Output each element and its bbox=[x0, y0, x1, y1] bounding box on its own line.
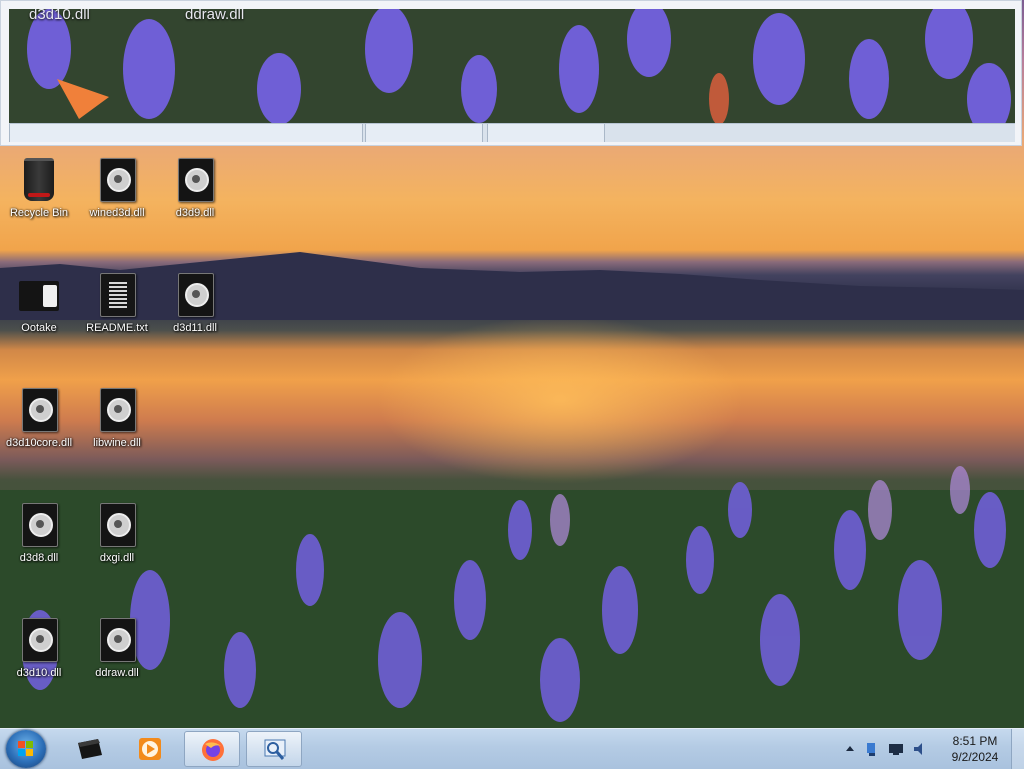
recycle-bin-icon bbox=[19, 156, 59, 201]
desktop-icon-label: d3d11.dll bbox=[173, 322, 217, 334]
wallpaper-flowers bbox=[0, 466, 1024, 728]
desktop-icon-d3d10core[interactable]: d3d10core.dll bbox=[0, 386, 78, 449]
desktop-icon-ootake[interactable]: Ootake bbox=[0, 271, 78, 334]
desktop-icon-d3d8[interactable]: d3d8.dll bbox=[0, 501, 78, 564]
preview-label: ddraw.dll bbox=[185, 9, 245, 23]
desktop-icon-label: Ootake bbox=[21, 322, 57, 334]
desktop-icon-label: ddraw.dll bbox=[95, 667, 139, 679]
desktop-icon-label: Recycle Bin bbox=[9, 207, 69, 219]
desktop-icon-readme[interactable]: README.txt bbox=[78, 271, 156, 334]
desktop-icon-d3d10[interactable]: d3d10.dll bbox=[0, 616, 78, 679]
media-player-icon bbox=[139, 738, 161, 760]
clock-date: 9/2/2024 bbox=[951, 750, 999, 764]
dll-file-icon bbox=[19, 501, 59, 547]
desktop-icon-label: README.txt bbox=[86, 322, 148, 334]
network-icon[interactable] bbox=[864, 741, 880, 757]
preview-label: d3d10.dll bbox=[29, 9, 90, 23]
desktop-icon-d3d11[interactable]: d3d11.dll bbox=[156, 271, 234, 334]
text-file-icon bbox=[97, 271, 137, 317]
desktop-icon-label: wined3d.dll bbox=[89, 207, 145, 219]
desktop-icon-d3d9[interactable]: d3d9.dll bbox=[156, 156, 234, 219]
preview-flowers bbox=[9, 9, 1015, 123]
dll-file-icon bbox=[97, 156, 137, 202]
display-icon[interactable] bbox=[888, 741, 904, 757]
show-desktop-button[interactable] bbox=[1011, 729, 1024, 769]
preview-strip-segment bbox=[365, 124, 483, 142]
dll-file-icon bbox=[175, 156, 215, 202]
system-tray: 8:51 PM 9/2/2024 bbox=[840, 729, 1024, 769]
taskbar-item-ootake[interactable] bbox=[62, 731, 118, 767]
taskbar-item-media-player[interactable] bbox=[122, 731, 178, 767]
taskbar-item-firefox[interactable] bbox=[184, 731, 240, 767]
dll-file-icon bbox=[19, 616, 59, 662]
clock-time: 8:51 PM bbox=[952, 734, 998, 748]
taskbar-item-image-viewer[interactable] bbox=[246, 731, 302, 767]
desktop-icon-ddraw[interactable]: ddraw.dll bbox=[78, 616, 156, 679]
ootake-icon bbox=[78, 739, 102, 759]
dll-file-icon bbox=[175, 271, 215, 317]
windows-start-icon bbox=[18, 741, 34, 757]
desktop-icon-recycle-bin[interactable]: Recycle Bin bbox=[0, 156, 78, 219]
desktop-icon-label: d3d10core.dll bbox=[5, 437, 73, 449]
preview-strip-segment bbox=[487, 124, 605, 142]
dll-file-icon bbox=[97, 616, 137, 662]
show-hidden-icons-icon[interactable] bbox=[842, 741, 858, 757]
desktop-icon-libwine[interactable]: libwine.dll bbox=[78, 386, 156, 449]
taskbar-clock[interactable]: 8:51 PM 9/2/2024 bbox=[940, 733, 1010, 765]
firefox-icon bbox=[202, 739, 224, 761]
volume-icon[interactable] bbox=[912, 741, 928, 757]
start-button[interactable] bbox=[6, 730, 46, 768]
preview-image: d3d10.dll ddraw.dll bbox=[9, 9, 1015, 123]
dll-file-icon bbox=[97, 386, 137, 432]
preview-strip bbox=[9, 123, 1015, 142]
desktop-icon-label: libwine.dll bbox=[93, 437, 141, 449]
desktop-icon-label: d3d9.dll bbox=[175, 207, 215, 219]
desktop-icon-label: d3d8.dll bbox=[19, 552, 59, 564]
dll-file-icon bbox=[19, 386, 59, 432]
desktop-icon-label: dxgi.dll bbox=[99, 552, 135, 564]
preview-strip-segment bbox=[9, 124, 363, 142]
image-viewer-icon bbox=[264, 739, 286, 760]
ootake-icon bbox=[19, 271, 59, 315]
desktop-icon-dxgi[interactable]: dxgi.dll bbox=[78, 501, 156, 564]
desktop-icon-label: d3d10.dll bbox=[16, 667, 62, 679]
taskbar: 8:51 PM 9/2/2024 bbox=[0, 728, 1024, 769]
dll-file-icon bbox=[97, 501, 137, 547]
preview-window[interactable]: d3d10.dll ddraw.dll bbox=[0, 0, 1022, 146]
desktop-icon-wined3d[interactable]: wined3d.dll bbox=[78, 156, 156, 219]
